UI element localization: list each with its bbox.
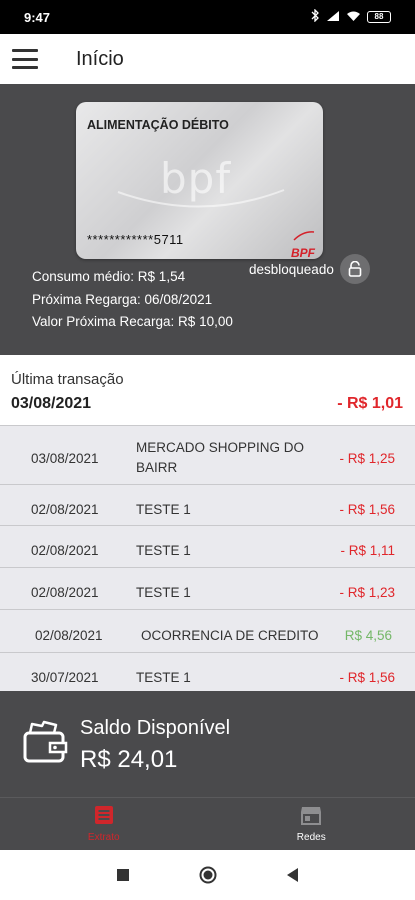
tx-date: 02/08/2021 xyxy=(35,628,103,643)
tx-description: MERCADO SHOPPING DO BAIRR xyxy=(136,440,305,475)
tx-date: 30/07/2021 xyxy=(31,670,99,685)
wifi-icon xyxy=(346,10,361,25)
balance-panel: Saldo Disponível R$ 24,01 xyxy=(0,691,415,797)
balance-value: R$ 24,01 xyxy=(80,746,178,773)
app-bar: Início xyxy=(0,34,415,84)
system-nav-bar xyxy=(0,850,415,900)
tx-description: OCORRENCIA DE CREDITO xyxy=(141,628,319,643)
back-icon[interactable] xyxy=(286,868,299,882)
next-recharge-date: Próxima Regarga: 06/08/2021 xyxy=(32,291,213,307)
lock-area: desbloqueado xyxy=(249,254,370,284)
balance-label: Saldo Disponível xyxy=(80,717,231,739)
card-swoosh-decoration xyxy=(117,189,285,208)
card-number: ************5711 xyxy=(87,232,184,247)
nav-label-networks: Redes xyxy=(296,832,326,843)
last-transaction-label: Última transação xyxy=(11,371,124,388)
statement-icon xyxy=(94,805,114,828)
lock-status: desbloqueado xyxy=(249,261,334,277)
next-recharge-value: Valor Próxima Recarga: R$ 10,00 xyxy=(32,314,233,329)
tx-amount: - R$ 1,11 xyxy=(340,543,395,558)
store-icon xyxy=(300,805,322,828)
tx-description: TESTE 1 xyxy=(136,502,191,517)
card-section: ALIMENTAÇÃO DÉBITO bpf ************5711 … xyxy=(0,84,415,355)
page-title: Início xyxy=(76,47,124,70)
tx-description: TESTE 1 xyxy=(136,670,191,685)
tx-amount: R$ 4,56 xyxy=(344,628,392,643)
last-transaction-amount: - R$ 1,01 xyxy=(337,395,403,412)
last-transaction-date: 03/08/2021 xyxy=(11,395,92,412)
table-row[interactable]: 03/08/2021 MERCADO SHOPPING DO BAIRR - R… xyxy=(0,425,415,484)
table-row[interactable]: 02/08/2021 TESTE 1 - R$ 1,23 xyxy=(0,567,415,609)
wallet-icon xyxy=(22,719,68,770)
status-time: 9:47 xyxy=(24,9,51,25)
transaction-list[interactable]: 03/08/2021 MERCADO SHOPPING DO BAIRR - R… xyxy=(0,425,415,691)
tx-date: 02/08/2021 xyxy=(31,585,99,600)
tx-description: TESTE 1 xyxy=(136,543,191,558)
signal-icon xyxy=(326,10,340,25)
average-consumption: Consumo médio: R$ 1,54 xyxy=(32,269,186,284)
home-icon[interactable] xyxy=(199,866,217,884)
table-row[interactable]: 02/08/2021 TESTE 1 - R$ 1,11 xyxy=(0,525,415,567)
unlock-icon[interactable] xyxy=(339,254,370,284)
bluetooth-icon xyxy=(310,8,320,25)
recents-icon[interactable] xyxy=(116,869,129,881)
card-info: Consumo médio: R$ 1,54 Próxima Regarga: … xyxy=(32,266,233,334)
bottom-nav: Extrato Redes xyxy=(0,797,415,850)
tx-description: TESTE 1 xyxy=(136,585,191,600)
benefit-card[interactable]: ALIMENTAÇÃO DÉBITO bpf ************5711 … xyxy=(76,102,323,260)
last-transaction: Última transação 03/08/2021 - R$ 1,01 xyxy=(0,355,415,425)
card-title: ALIMENTAÇÃO DÉBITO xyxy=(87,118,229,132)
tx-amount: - R$ 1,23 xyxy=(339,585,395,600)
status-icons: 88 xyxy=(310,8,391,25)
nav-label-statement: Extrato xyxy=(87,832,120,843)
menu-icon[interactable] xyxy=(12,49,38,69)
table-row[interactable]: 02/08/2021 TESTE 1 - R$ 1,56 xyxy=(0,484,415,525)
tx-date: 02/08/2021 xyxy=(31,502,99,517)
nav-item-networks[interactable]: Redes xyxy=(208,798,415,850)
table-row[interactable]: 02/08/2021 OCORRENCIA DE CREDITO R$ 4,56 xyxy=(0,609,415,652)
nav-item-statement[interactable]: Extrato xyxy=(0,798,208,850)
tx-amount: - R$ 1,56 xyxy=(339,502,395,517)
tx-date: 02/08/2021 xyxy=(31,543,99,558)
tx-amount: - R$ 1,56 xyxy=(339,670,395,685)
tx-amount: - R$ 1,25 xyxy=(339,451,395,466)
tx-date: 03/08/2021 xyxy=(31,451,99,466)
battery-icon: 88 xyxy=(367,11,391,23)
status-bar: 9:47 88 xyxy=(0,0,415,34)
table-row[interactable]: 30/07/2021 TESTE 1 - R$ 1,56 xyxy=(0,652,415,691)
